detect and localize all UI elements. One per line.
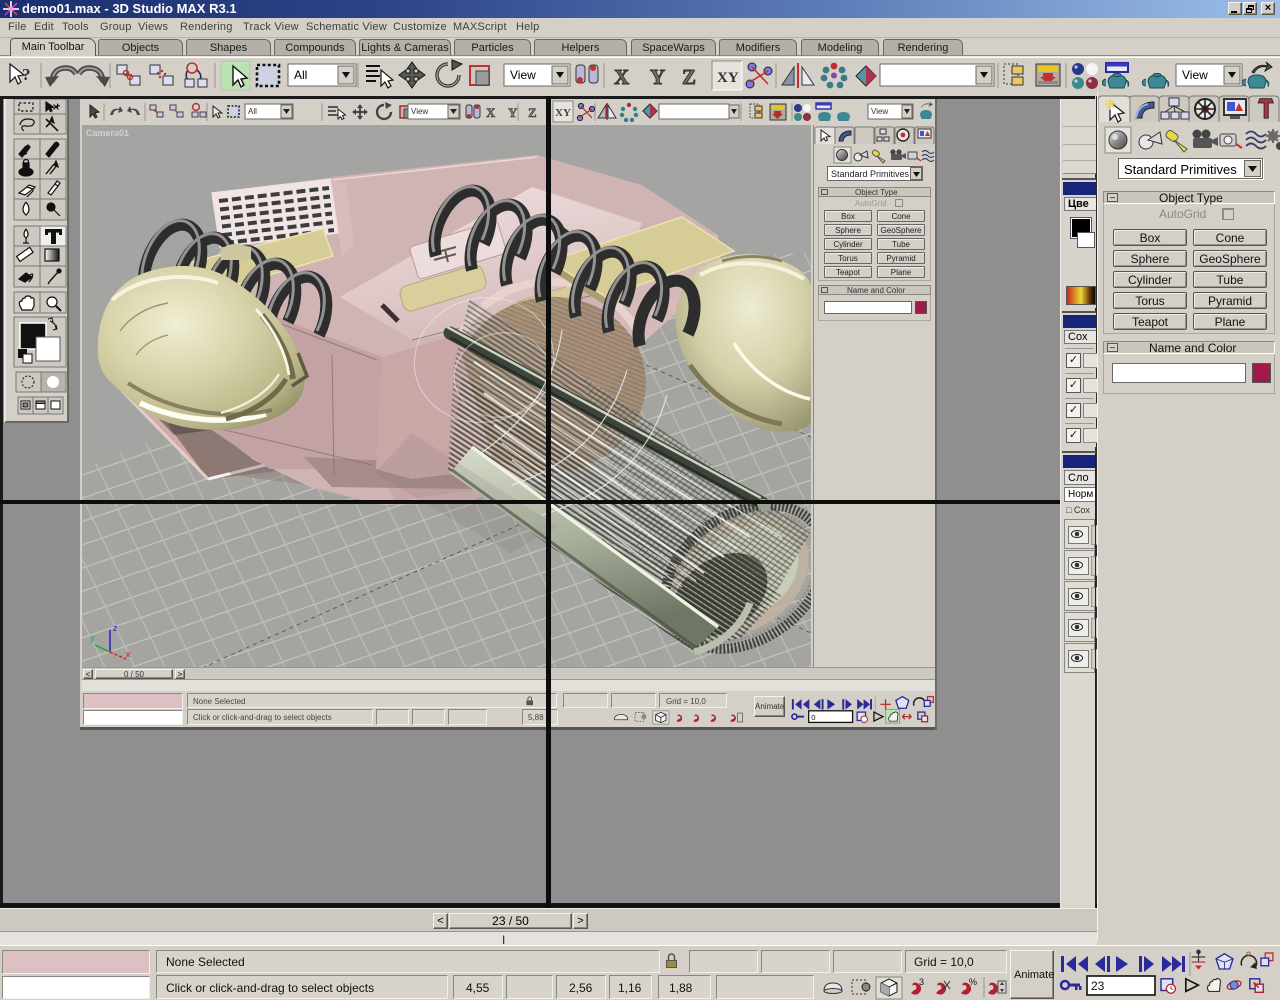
svg-text:XY: XY [717, 70, 739, 86]
svg-text:0: 0 [811, 713, 815, 722]
svg-text:z: z [113, 623, 118, 633]
svg-text:Z: Z [682, 65, 696, 89]
svg-text:X: X [614, 65, 629, 89]
svg-text:View: View [510, 68, 536, 82]
svg-text:?: ? [22, 65, 31, 84]
svg-text:All: All [248, 107, 257, 116]
svg-text:All: All [294, 68, 307, 82]
svg-text:View: View [871, 107, 888, 116]
svg-text:x: x [126, 649, 131, 659]
svg-text:Y: Y [508, 105, 518, 120]
svg-text:XY: XY [555, 107, 571, 119]
svg-text:23: 23 [1091, 979, 1105, 993]
svg-text:Z: Z [528, 105, 537, 120]
svg-text:Y: Y [650, 65, 665, 89]
svg-text:Camera01: Camera01 [86, 128, 129, 138]
svg-text:%: % [969, 977, 977, 987]
svg-text:3: 3 [919, 977, 924, 987]
svg-text:y: y [90, 633, 95, 643]
svg-text:X: X [486, 105, 496, 120]
svg-text:View: View [1182, 68, 1208, 82]
svg-text:View: View [411, 107, 428, 116]
